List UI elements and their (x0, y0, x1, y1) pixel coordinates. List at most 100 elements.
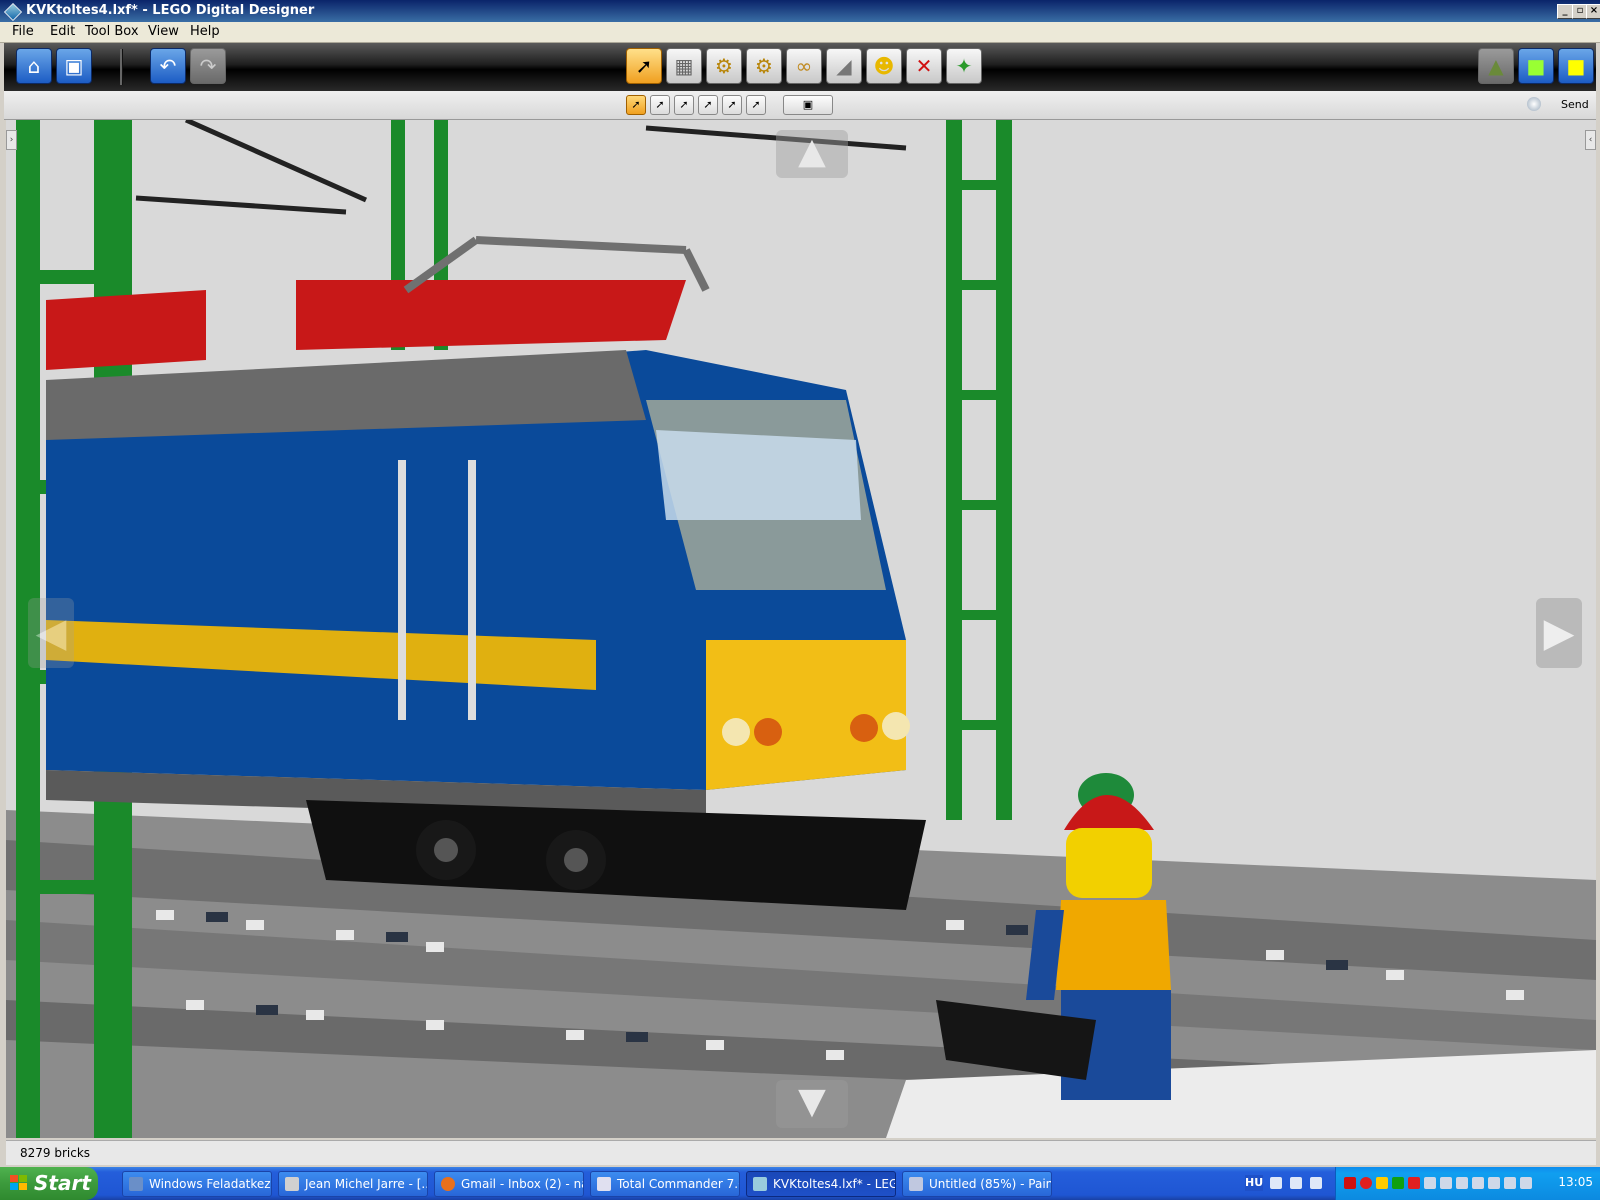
home-button[interactable]: ⌂ (16, 48, 52, 84)
build-viewport[interactable]: › ‹ ▲ ◀ ▶ ▼ (6, 120, 1596, 1138)
task-jean-michel-jarre[interactable]: Jean Michel Jarre - [... (278, 1171, 428, 1197)
tray-app-icon[interactable] (1456, 1177, 1468, 1189)
flex-icon: ∞ (795, 54, 813, 78)
tray-app-icon[interactable] (1488, 1177, 1500, 1189)
minifig-decorate-icon: ☻ (873, 54, 895, 78)
paint-bucket-icon: ◢ (836, 54, 852, 78)
menu-view[interactable]: View (146, 24, 181, 39)
undo-button[interactable]: ↶ (150, 48, 186, 84)
same-color-select-button[interactable]: ➚ (722, 95, 742, 115)
connected-select-button[interactable]: ➚ (698, 95, 718, 115)
status-bar: 8279 bricks (6, 1140, 1596, 1165)
brick-count: 8279 bricks (20, 1146, 91, 1160)
single-select-button[interactable]: ➚ (626, 95, 646, 115)
paint-tool-button[interactable]: ◢ (826, 48, 862, 84)
ati-icon[interactable] (1344, 1177, 1356, 1189)
add-select-icon: ➚ (655, 98, 665, 111)
task-label: Windows Feladatkezelő (149, 1177, 271, 1191)
view-mode-button[interactable]: ■ (1518, 48, 1554, 84)
scene-render (6, 120, 1596, 1138)
tray-app-icon[interactable] (1440, 1177, 1452, 1189)
remove-select-button[interactable]: ➚ (674, 95, 694, 115)
task-windows-feladatkezelo[interactable]: Windows Feladatkezelő (122, 1171, 272, 1197)
hinge-icon: ⚙ (715, 54, 733, 78)
hide-icon: ✦ (955, 54, 973, 78)
taskbar-clock[interactable]: 13:05 (1558, 1175, 1593, 1189)
delete-icon: ✕ (915, 54, 933, 78)
undo-icon: ↶ (159, 54, 177, 78)
tray-app-icon[interactable] (1504, 1177, 1516, 1189)
speaker-icon[interactable] (1472, 1177, 1484, 1189)
task-label: Untitled (85%) - Pain... (929, 1177, 1052, 1191)
camera-right-button[interactable]: ▶ (1536, 598, 1582, 668)
hinge-align-tool-button[interactable]: ⚙ (746, 48, 782, 84)
build-mode-button[interactable]: ▲ (1478, 48, 1514, 84)
task-manager-icon (129, 1177, 143, 1191)
tray-app-icon[interactable] (1424, 1177, 1436, 1189)
hinge-tool-button[interactable]: ⚙ (706, 48, 742, 84)
task-label: Total Commander 7.0... (617, 1177, 739, 1191)
task-total-commander[interactable]: Total Commander 7.0... (590, 1171, 740, 1197)
delete-tool-button[interactable]: ✕ (906, 48, 942, 84)
network-icon[interactable] (1310, 1177, 1322, 1189)
lego-app-icon (753, 1177, 767, 1191)
start-button[interactable]: Start (0, 1167, 98, 1200)
clone-tool-button[interactable]: ▦ (666, 48, 702, 84)
send-icon[interactable] (1527, 97, 1541, 111)
same-brick-select-button[interactable]: ➚ (746, 95, 766, 115)
task-lego-digital-designer[interactable]: KVKtoltes4.lxf* - LEG... (746, 1171, 896, 1197)
group-button[interactable]: ▣ (783, 95, 833, 115)
menu-bar: File Edit Tool Box View Help (0, 22, 1600, 43)
tray-app-icon[interactable] (1392, 1177, 1404, 1189)
right-panel-toggle[interactable]: ‹ (1585, 130, 1596, 150)
redo-icon: ↷ (199, 54, 217, 78)
menu-toolbox[interactable]: Tool Box (83, 24, 141, 39)
firefox-icon (441, 1177, 455, 1191)
remove-select-icon: ➚ (679, 98, 689, 111)
hinge-align-icon: ⚙ (755, 54, 773, 78)
select-tool-button[interactable]: ➚ (626, 48, 662, 84)
menu-file[interactable]: File (10, 24, 36, 39)
toolbar-separator (120, 49, 123, 85)
decorate-tool-button[interactable]: ☻ (866, 48, 902, 84)
tray-app-icon[interactable] (1376, 1177, 1388, 1189)
select-arrow-icon: ➚ (635, 54, 653, 78)
window-title: KVKtoltes4.lxf* - LEGO Digital Designer (26, 3, 315, 18)
connected-select-icon: ➚ (703, 98, 713, 111)
chevron-down-icon: ▼ (798, 1081, 826, 1122)
main-toolbar: ⌂ ▣ ↶ ↷ ➚ ▦ ⚙ ⚙ ∞ ◢ ☻ ✕ ✦ ▲ ■ ■ (4, 43, 1596, 91)
add-select-button[interactable]: ➚ (650, 95, 670, 115)
chevron-right-icon: ▶ (1543, 610, 1575, 656)
start-label: Start (34, 1171, 91, 1195)
save-button[interactable]: ▣ (56, 48, 92, 84)
redo-button[interactable]: ↷ (190, 48, 226, 84)
task-paint[interactable]: Untitled (85%) - Pain... (902, 1171, 1052, 1197)
send-label[interactable]: Send (1561, 98, 1589, 111)
keyboard-icon[interactable] (1270, 1177, 1282, 1189)
tray-app-icon[interactable] (1520, 1177, 1532, 1189)
paint-icon (909, 1177, 923, 1191)
building-guide-button[interactable]: ■ (1558, 48, 1594, 84)
building-guide-icon: ■ (1566, 54, 1586, 78)
help-icon[interactable] (1290, 1177, 1302, 1189)
camera-up-button[interactable]: ▲ (776, 130, 848, 178)
camera-down-button[interactable]: ▼ (776, 1080, 848, 1128)
flex-tool-button[interactable]: ∞ (786, 48, 822, 84)
task-gmail[interactable]: Gmail - Inbox (2) - na... (434, 1171, 584, 1197)
close-button[interactable]: × (1586, 4, 1600, 19)
minimize-button[interactable]: _ (1557, 4, 1573, 19)
windows-logo-icon (10, 1175, 28, 1191)
system-tray: 13:05 (1335, 1167, 1600, 1200)
hide-tool-button[interactable]: ✦ (946, 48, 982, 84)
chevron-left-icon: ◀ (35, 610, 67, 656)
antivirus-icon[interactable] (1360, 1177, 1372, 1189)
media-player-icon (285, 1177, 299, 1191)
tray-app-icon[interactable] (1408, 1177, 1420, 1189)
camera-left-button[interactable]: ◀ (28, 598, 74, 668)
task-label: Gmail - Inbox (2) - na... (461, 1177, 583, 1191)
language-indicator[interactable]: HU (1245, 1175, 1263, 1191)
left-panel-toggle[interactable]: › (6, 130, 17, 150)
menu-help[interactable]: Help (188, 24, 222, 39)
save-icon: ▣ (64, 54, 84, 78)
menu-edit[interactable]: Edit (48, 24, 77, 39)
